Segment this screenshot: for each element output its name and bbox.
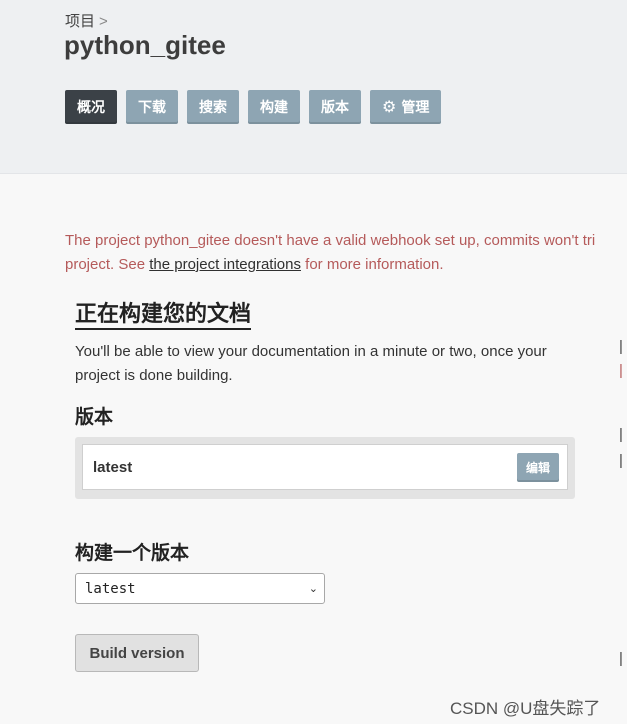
breadcrumb-projects-link[interactable]: 项目 [65,13,95,30]
tab-label: 概况 [77,99,105,115]
tab-label: 下载 [138,99,166,115]
sidebar-clipped-fragment: | [619,338,623,355]
breadcrumb: 项目 > [65,10,108,31]
watermark: CSDN @U盘失踪了 [450,699,601,718]
warning-text: for more information. [300,256,444,273]
sidebar-clipped-fragment: | [619,426,623,443]
sidebar-clipped-fragment: | [619,650,623,667]
version-row: latest 编辑 [82,444,568,490]
sidebar-clipped-fragment: | [619,362,623,379]
versions-heading: 版本 [75,407,114,428]
tab-label: 搜索 [199,99,227,115]
version-select[interactable]: latest ⌄ [75,573,325,604]
tab-versions[interactable]: 版本 [309,90,361,124]
tab-admin[interactable]: ⚙ 管理 [370,90,442,124]
building-heading: 正在构建您的文档 [75,300,252,330]
tab-label: 版本 [321,99,349,115]
tab-overview[interactable]: 概况 [65,90,117,124]
tab-builds[interactable]: 构建 [248,90,300,124]
tab-label: 构建 [260,99,288,115]
version-select-value: latest [85,580,136,597]
project-title: python_gitee [64,30,226,60]
project-nav-tabs: 概况 下载 搜索 构建 版本 ⚙ 管理 [65,90,450,124]
chevron-down-icon: ⌄ [308,582,318,595]
breadcrumb-separator: > [99,13,108,30]
gear-icon: ⚙ [382,99,397,116]
sidebar-clipped-fragment: | [619,452,623,469]
build-version-button[interactable]: Build version [75,634,199,672]
project-header: 项目 > python_gitee 概况 下载 搜索 构建 版本 ⚙ 管理 [0,0,627,174]
tab-label: 管理 [401,99,430,115]
version-list: latest 编辑 [75,437,575,499]
warning-line-2: project. See the project integrations fo… [65,253,627,277]
build-version-heading: 构建一个版本 [75,543,190,564]
tab-downloads[interactable]: 下载 [126,90,178,124]
tab-search[interactable]: 搜索 [187,90,239,124]
webhook-warning: The project python_gitee doesn't have a … [65,229,627,277]
warning-line-1: The project python_gitee doesn't have a … [65,232,596,249]
version-name-link[interactable]: latest [93,459,132,476]
project-integrations-link[interactable]: the project integrations [149,256,301,273]
warning-text: project. See [65,256,150,273]
edit-version-button[interactable]: 编辑 [516,452,559,482]
building-description: You'll be able to view your documentatio… [75,343,547,384]
